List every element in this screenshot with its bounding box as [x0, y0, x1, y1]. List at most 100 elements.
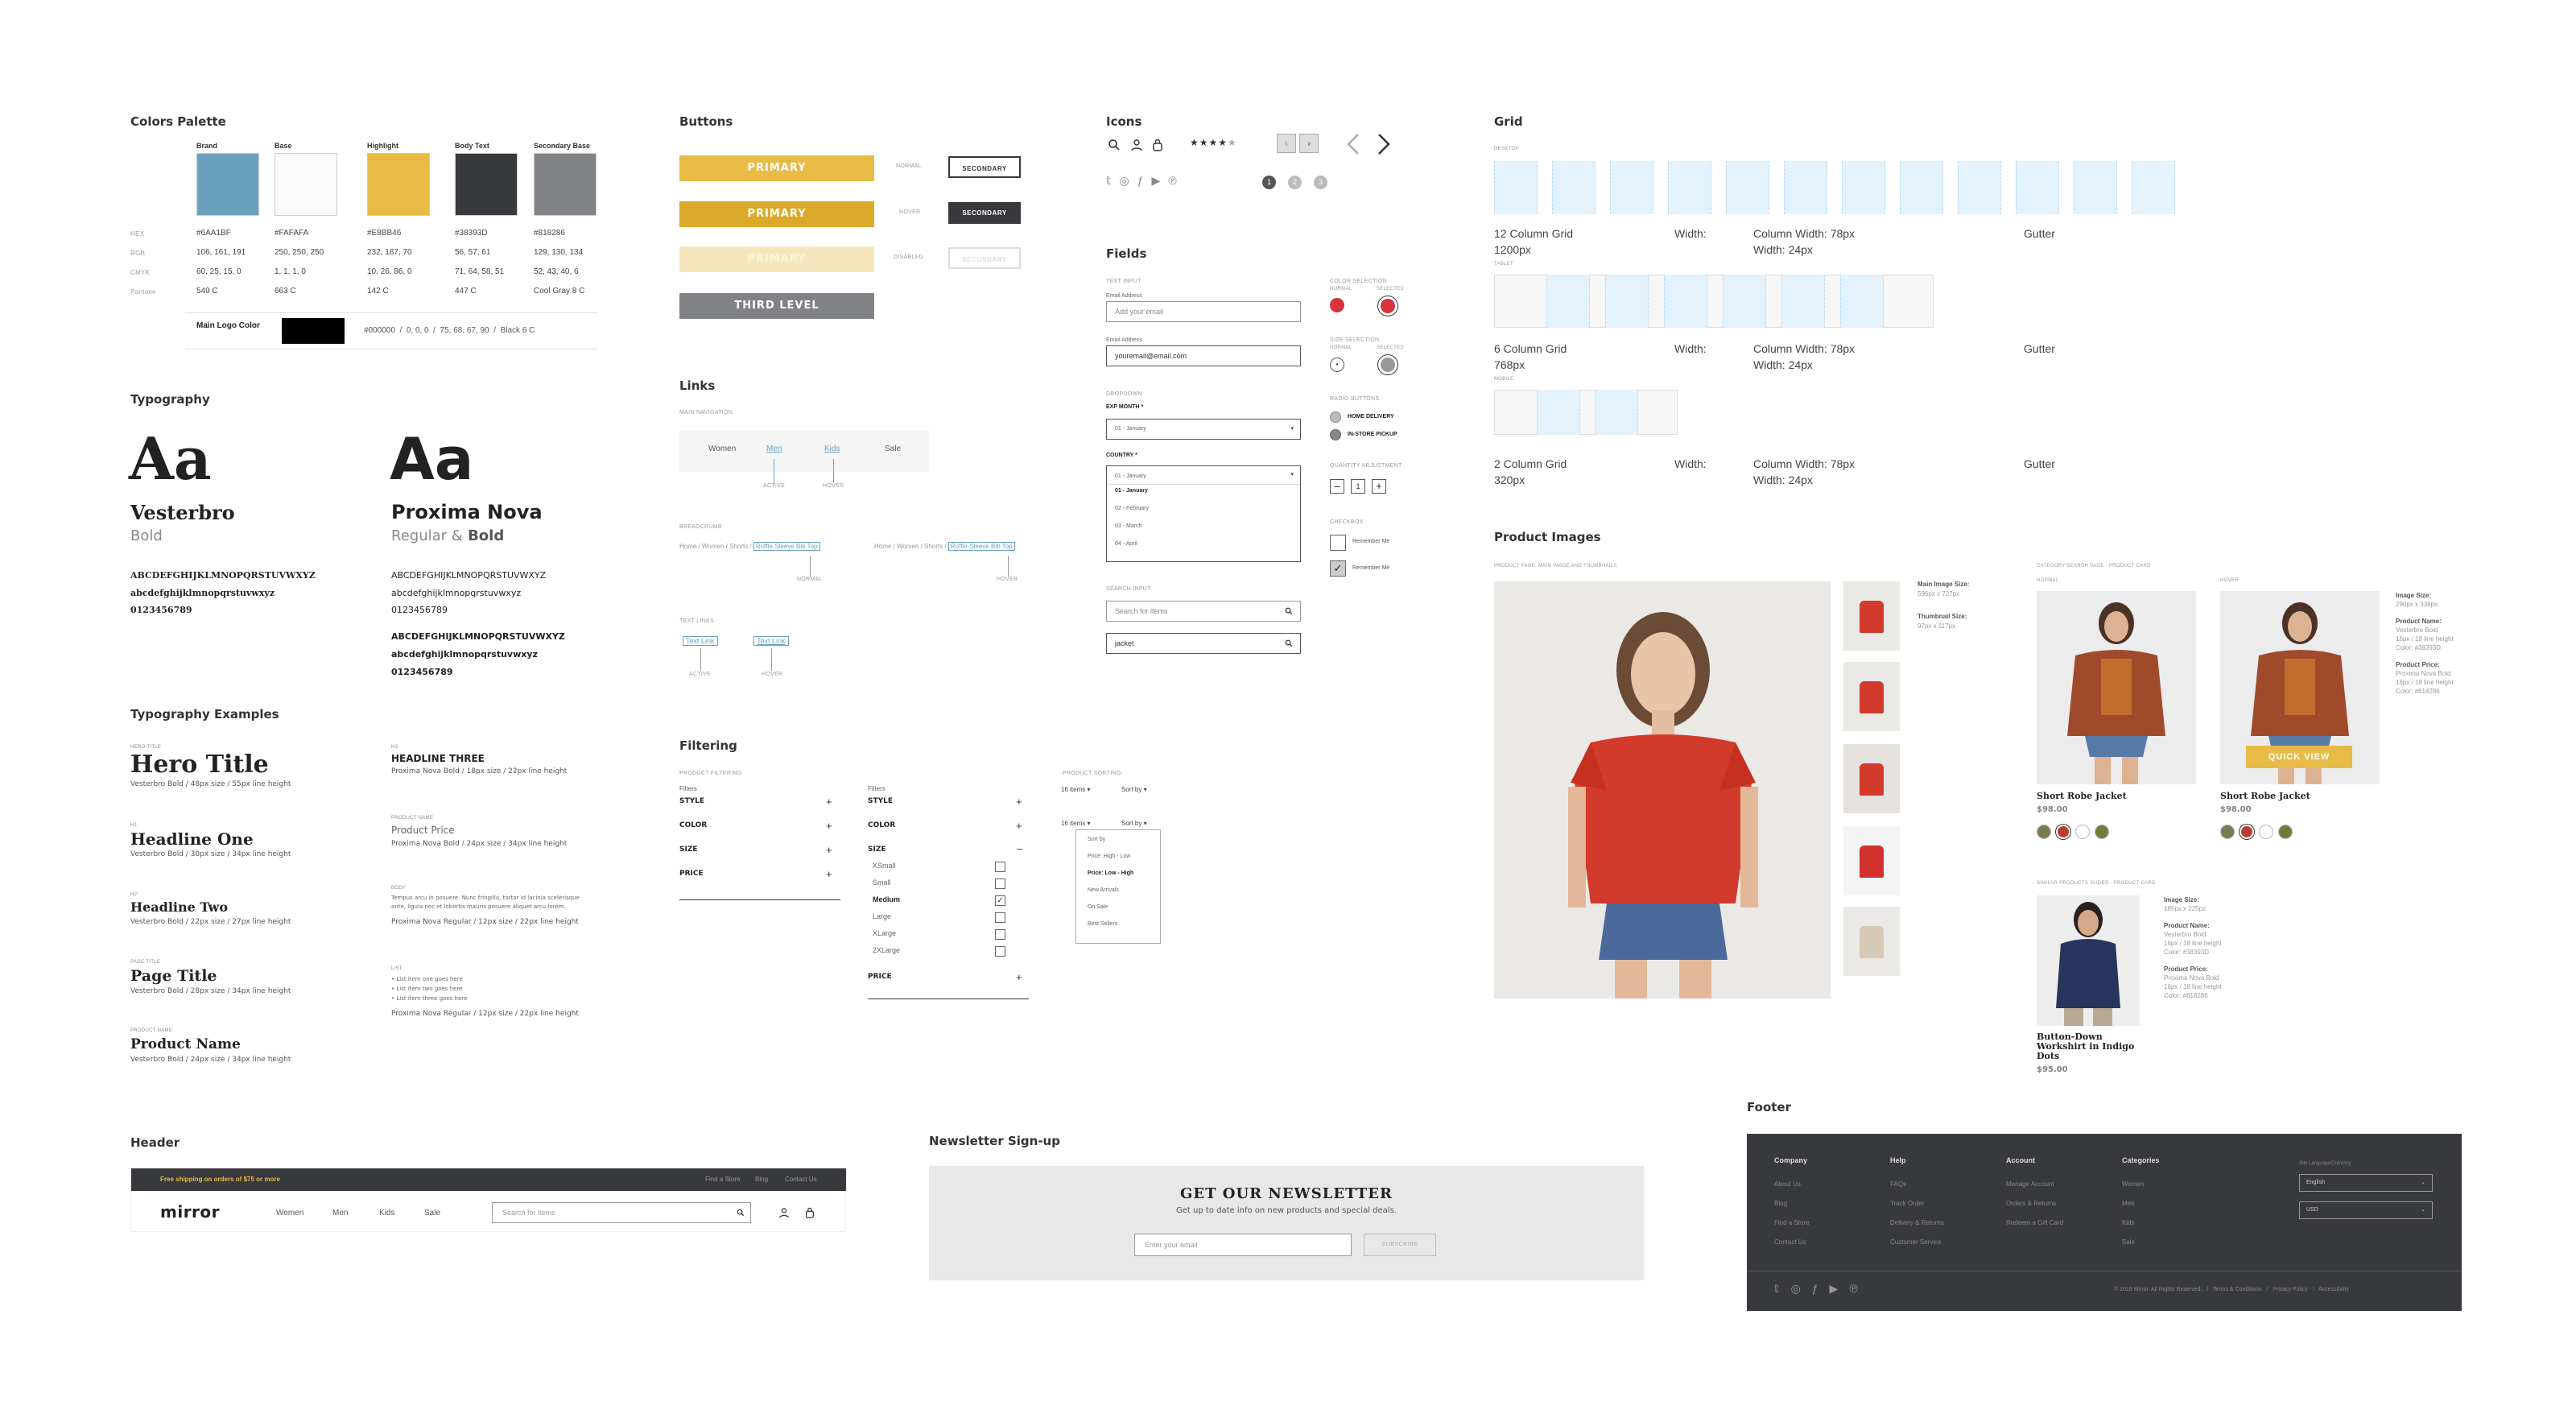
sort-option[interactable]: New Arrivals [1088, 887, 1160, 904]
remember-checkbox[interactable] [1330, 535, 1346, 551]
pinterest-icon[interactable]: ℗ [1849, 1282, 1868, 1295]
footer-link[interactable]: Sale [2122, 1238, 2135, 1246]
thumbnail-image[interactable] [1843, 826, 1900, 895]
footer-link[interactable]: Find a Store [1774, 1219, 1810, 1226]
quick-view-button[interactable]: QUICK VIEW [2246, 746, 2352, 768]
pagination-dot[interactable]: 1 [1262, 176, 1276, 189]
items-count[interactable]: 16 items ▾ [1061, 820, 1090, 827]
footer-link[interactable]: Women [2122, 1180, 2144, 1188]
site-logo[interactable]: mirror [160, 1202, 220, 1222]
crumb[interactable]: Shorts [924, 543, 943, 550]
email-field[interactable]: Add your email [1106, 301, 1301, 322]
month-option[interactable]: 01 - January [1115, 488, 1292, 506]
expand-icon[interactable]: + [826, 820, 832, 832]
exp-month-select[interactable]: 01 - January ▾ [1106, 419, 1301, 440]
sort-option[interactable]: On Sale [1088, 904, 1160, 921]
header-nav-women[interactable]: Women [276, 1209, 303, 1218]
arrow-left-icon[interactable]: ‹ [1277, 134, 1296, 153]
color-swatch[interactable] [2278, 825, 2293, 839]
slider-product-name[interactable]: Button-Down Workshirt in Indigo Dots [2037, 1032, 2141, 1061]
nav-link-sale[interactable]: Sale [885, 444, 901, 453]
footer-link[interactable]: Orders & Returns [2006, 1200, 2056, 1207]
crumb[interactable]: Shorts [729, 543, 748, 550]
search-icon[interactable] [1285, 639, 1293, 647]
footer-link[interactable]: About Us [1774, 1180, 1801, 1188]
sort-select[interactable]: Sort by ▾ [1121, 820, 1147, 827]
footer-link[interactable]: Blog [1774, 1200, 1787, 1207]
size-checkbox[interactable] [995, 929, 1005, 940]
header-nav-men[interactable]: Men [332, 1209, 348, 1218]
product-name[interactable]: Short Robe Jacket [2220, 791, 2310, 801]
country-select-open[interactable]: 01 - January ▾ 01 - January 02 - Februar… [1106, 465, 1301, 562]
filter-color[interactable]: COLOR [868, 821, 895, 829]
quantity-value[interactable]: 1 [1351, 479, 1365, 494]
sort-option-active[interactable]: Price: Low - High [1088, 870, 1160, 887]
size-option[interactable]: XLarge [873, 929, 900, 946]
footer-link[interactable]: Kids [2122, 1219, 2135, 1226]
size-option[interactable]: • [1330, 358, 1344, 372]
facebook-icon[interactable]: ƒ [1812, 1282, 1830, 1295]
sort-option[interactable]: Sort by [1088, 837, 1160, 854]
search-icon[interactable] [1108, 139, 1121, 151]
expand-icon[interactable]: + [1016, 796, 1022, 808]
thumbnail-image[interactable] [1843, 581, 1900, 651]
size-option-selected[interactable] [1378, 355, 1397, 374]
sort-select[interactable]: Sort by ▾ [1121, 786, 1147, 793]
twitter-icon[interactable]: 𝕥 [1106, 174, 1120, 187]
thumbnail-image[interactable] [1843, 662, 1900, 731]
size-option[interactable]: Small [873, 879, 900, 895]
email-field-filled[interactable]: youremail@email.com [1106, 345, 1301, 366]
youtube-icon[interactable]: ▶ [1152, 174, 1169, 187]
search-input-filled[interactable]: jacket [1106, 633, 1301, 654]
sort-option[interactable]: Best Sellers [1088, 921, 1160, 938]
search-icon[interactable] [1285, 607, 1293, 615]
month-option[interactable]: 02 - February [1115, 506, 1292, 523]
instagram-icon[interactable]: ◎ [1120, 174, 1137, 187]
filter-color[interactable]: COLOR [679, 821, 707, 829]
primary-button[interactable]: PRIMARY [679, 155, 874, 181]
color-swatch[interactable] [2037, 825, 2051, 839]
radio-button[interactable] [1330, 411, 1341, 423]
newsletter-email-input[interactable]: Enter your email [1134, 1234, 1352, 1256]
size-option-selected[interactable]: Medium [873, 895, 900, 912]
chevron-left-icon[interactable] [1344, 132, 1362, 156]
items-count[interactable]: 16 items ▾ [1061, 786, 1090, 793]
filter-price[interactable]: PRICE [679, 870, 704, 878]
month-option[interactable]: 03 - March [1115, 523, 1292, 541]
footer-link[interactable]: FAQs [1890, 1180, 1906, 1188]
color-swatch[interactable] [1330, 298, 1344, 312]
color-swatch[interactable] [2240, 825, 2254, 839]
size-checkbox[interactable] [995, 862, 1005, 872]
crumb[interactable]: Women [897, 543, 919, 550]
filter-style[interactable]: STYLE [679, 797, 704, 805]
nav-link-kids[interactable]: Kids [824, 444, 840, 453]
pagination-dot[interactable]: 2 [1288, 176, 1302, 189]
color-swatch[interactable] [2056, 825, 2070, 839]
thumbnail-image[interactable] [1843, 907, 1900, 976]
radio-button-selected[interactable] [1330, 429, 1341, 440]
size-checkbox-checked[interactable]: ✓ [995, 895, 1005, 906]
header-nav-kids[interactable]: Kids [379, 1209, 394, 1218]
filter-price[interactable]: PRICE [868, 973, 892, 981]
expand-icon[interactable]: + [826, 796, 832, 808]
search-icon[interactable] [737, 1209, 745, 1217]
expand-icon[interactable]: + [826, 868, 832, 880]
arrow-right-icon[interactable]: › [1299, 134, 1319, 153]
youtube-icon[interactable]: ▶ [1830, 1282, 1850, 1295]
product-card-image[interactable] [2037, 591, 2196, 784]
size-option[interactable]: Large [873, 912, 900, 929]
size-checkbox[interactable] [995, 946, 1005, 957]
secondary-button-hover[interactable]: SECONDARY [948, 202, 1021, 224]
color-swatch[interactable] [2220, 825, 2235, 839]
thumbnail-image[interactable] [1843, 744, 1900, 813]
twitter-icon[interactable]: 𝕥 [1774, 1282, 1791, 1295]
crumb[interactable]: Women [702, 543, 724, 550]
footer-link[interactable]: Track Order [1890, 1200, 1924, 1207]
primary-button-hover[interactable]: PRIMARY [679, 201, 874, 227]
size-option[interactable]: 2XLarge [873, 946, 900, 963]
util-link-store[interactable]: Find a Store [705, 1176, 741, 1183]
expand-icon[interactable]: + [826, 844, 832, 856]
quantity-minus-button[interactable]: – [1330, 479, 1344, 494]
footer-link[interactable]: Redeem a Gift Card [2006, 1219, 2063, 1226]
search-input[interactable]: Search for items [1106, 601, 1301, 622]
